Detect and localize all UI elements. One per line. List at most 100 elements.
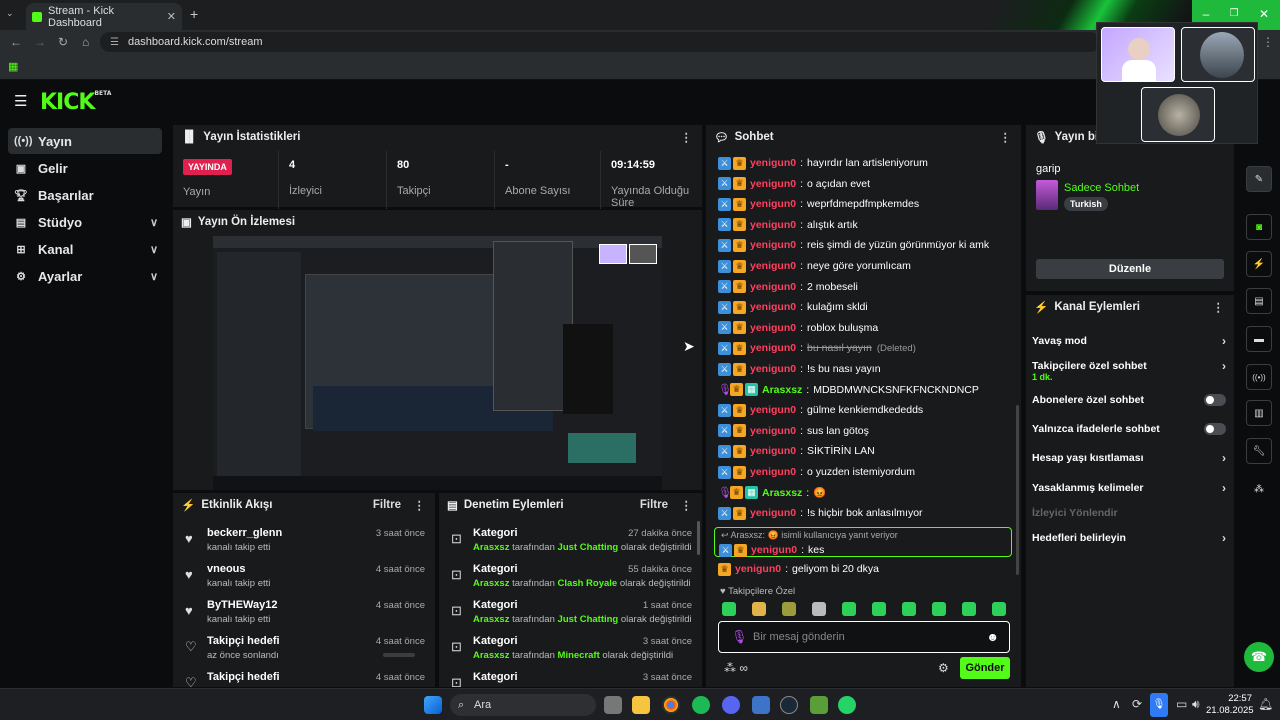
webcam-participant[interactable] (1101, 27, 1175, 82)
chat-username[interactable]: Arasxsz (762, 487, 802, 499)
browser-menu-icon[interactable]: ⋮ (1262, 35, 1274, 49)
category-thumbnail[interactable] (1036, 180, 1058, 210)
action-slow-mode[interactable]: Yavaş mod › (1032, 331, 1226, 351)
camera-icon[interactable]: ◙ (1246, 214, 1272, 240)
apps-grid-icon[interactable]: ▦ (8, 60, 18, 73)
chat-message[interactable]: ⚔ ♛ yenigun0: neye göre yorumlıcam (718, 258, 911, 274)
sidebar-item-kanal[interactable]: ⊞ Kanal ∨ (8, 236, 162, 262)
tray-sync-icon[interactable]: ⟳ (1132, 697, 1142, 711)
action-set-goals[interactable]: Hedefleri belirleyin › (1032, 528, 1226, 548)
filter-button[interactable]: Filtre (373, 499, 401, 511)
chat-message[interactable]: ⚔ ♛ yenigun0: hayırdır lan artisleniyorum (718, 155, 928, 171)
emote-button[interactable] (752, 602, 766, 616)
support-chat-button[interactable]: ☎ (1244, 642, 1274, 672)
whatsapp-icon[interactable] (838, 696, 856, 714)
forward-icon[interactable]: → (34, 35, 46, 49)
emotes-only-toggle[interactable] (1204, 423, 1226, 435)
url-field[interactable]: ☰ dashboard.kick.com/stream (100, 32, 1100, 52)
sidebar-item-studyo[interactable]: ▤ Stüdyo ∨ (8, 209, 162, 235)
chat-username[interactable]: yenigun0 (750, 219, 796, 231)
minecraft-icon[interactable] (810, 696, 828, 714)
emoji-picker-icon[interactable]: ☻ (986, 630, 999, 644)
stream-preview-video[interactable] (213, 236, 662, 490)
discord-icon[interactable] (722, 696, 740, 714)
webcam-participant[interactable] (1141, 87, 1215, 142)
chat-username[interactable]: yenigun0 (750, 466, 796, 478)
emote-button[interactable] (812, 602, 826, 616)
chrome-icon[interactable] (662, 696, 680, 714)
chat-username[interactable]: yenigun0 (750, 507, 796, 519)
chat-username[interactable]: yenigun0 (750, 445, 796, 457)
category-name[interactable]: Sadece Sohbet (1064, 182, 1139, 194)
chat-input[interactable]: 🎙︎ Bir mesaj gönderin ☻ (718, 621, 1010, 653)
chat-username[interactable]: yenigun0 (735, 563, 781, 575)
emote-button[interactable] (902, 602, 916, 616)
chat-message[interactable]: ⚔ ♛ yenigun0: o açıdan evet (718, 176, 870, 192)
chat-username[interactable]: yenigun0 (750, 178, 796, 190)
tray-network-icon[interactable]: ▭ (1176, 697, 1187, 711)
browser-tab[interactable]: Stream - Kick Dashboard ✕ (26, 3, 182, 30)
chat-message[interactable]: ⚔ ♛ yenigun0: !s hiçbir bok anlasılmıyor (718, 505, 923, 521)
webcam-participant[interactable] (1181, 27, 1255, 82)
action-account-age[interactable]: Hesap yaşı kısıtlaması › (1032, 448, 1226, 468)
tag-chip[interactable]: Turkish (1064, 197, 1108, 211)
broadcast-icon[interactable]: ((•)) (1246, 364, 1272, 390)
emote-button[interactable] (992, 602, 1006, 616)
emote-button[interactable] (872, 602, 886, 616)
chat-message[interactable]: ♛ yenigun0: geliyom bi 20 dkya (718, 561, 879, 577)
reload-icon[interactable]: ↻ (58, 35, 68, 49)
app-icon[interactable] (752, 696, 770, 714)
wrench-icon[interactable]: 🔧︎ (1246, 438, 1272, 464)
layout-icon[interactable]: ▥ (1246, 400, 1272, 426)
tray-volume-icon[interactable]: 🔊︎ (1192, 697, 1200, 712)
chat-scrollbar[interactable] (1016, 405, 1019, 575)
file-explorer-icon[interactable] (632, 696, 650, 714)
panel-menu-icon[interactable]: ⋮ (1000, 130, 1012, 144)
close-tab-icon[interactable]: ✕ (167, 10, 176, 23)
emote-button[interactable] (722, 602, 736, 616)
steam-icon[interactable] (780, 696, 798, 714)
chat-message[interactable]: ⚔ ♛ yenigun0:2 mobeseli (718, 279, 858, 295)
home-icon[interactable]: ⌂ (82, 35, 89, 49)
chat-username[interactable]: yenigun0 (750, 260, 796, 272)
sidebar-item-ayarlar[interactable]: ⚙ Ayarlar ∨ (8, 263, 162, 289)
action-subscribers-only[interactable]: Abonelere özel sohbet (1032, 390, 1226, 410)
chat-message[interactable]: ⚔ ♛ yenigun0: SİKTİRİN LAN (718, 443, 875, 459)
chat-message[interactable]: ⚔ ♛ yenigun0: alıştık artık (718, 217, 858, 233)
chat-username[interactable]: yenigun0 (750, 363, 796, 375)
chat-username[interactable]: yenigun0 (750, 198, 796, 210)
chat-message[interactable]: ⚔ ♛ yenigun0: bu nasıl yayın (Deleted) (718, 340, 916, 356)
chat-username[interactable]: yenigun0 (750, 342, 796, 354)
edit-button[interactable]: Düzenle (1036, 259, 1224, 279)
site-info-icon[interactable]: ☰ (110, 37, 119, 48)
tray-chevron-icon[interactable]: ∧ (1112, 697, 1121, 711)
notification-bell-icon[interactable]: 🔔︎ (1258, 697, 1273, 711)
lightning-icon[interactable]: ⚡ (1246, 251, 1272, 277)
action-banned-words[interactable]: Yasaklanmış kelimeler › (1032, 478, 1226, 498)
scrollbar[interactable] (697, 521, 700, 555)
filter-button[interactable]: Filtre (640, 499, 668, 511)
chat-username[interactable]: Arasxsz (762, 384, 802, 396)
tab-search-button[interactable]: ⌄ (6, 8, 14, 19)
chat-message[interactable]: ⚔ ♛ yenigun0: kulağım skldi (718, 299, 868, 315)
emote-button[interactable] (842, 602, 856, 616)
send-button[interactable]: Gönder (960, 657, 1010, 679)
chat-username[interactable]: yenigun0 (750, 425, 796, 437)
panel-menu-icon[interactable]: ⋮ (681, 498, 693, 512)
emote-button[interactable] (962, 602, 976, 616)
chat-message[interactable]: ⚔ ♛ yenigun0: sus lan götoş (718, 423, 869, 439)
chat-message[interactable]: 🎙︎ ♛ ▦ Arasxsz: 😡 (718, 485, 826, 501)
chat-username[interactable]: yenigun0 (750, 322, 796, 334)
emote-button[interactable] (782, 602, 796, 616)
chat-username[interactable]: yenigun0 (750, 301, 796, 313)
microphone-icon[interactable]: 🎙︎ (731, 629, 748, 645)
chat-message[interactable]: ⚔ ♛ yenigun0: gülme kenkiemdkededds (718, 402, 923, 418)
apps-icon[interactable]: ⁂ (1246, 476, 1272, 502)
chat-username[interactable]: yenigun0 (750, 281, 796, 293)
spotify-icon[interactable] (692, 696, 710, 714)
chat-username[interactable]: yenigun0 (750, 404, 796, 416)
kick-logo[interactable]: KICKBETA (40, 90, 111, 115)
chat-username[interactable]: yenigun0 (750, 157, 796, 169)
windows-start-icon[interactable] (424, 696, 442, 714)
chat-message[interactable]: ⚔ ♛ yenigun0: kes (719, 542, 824, 558)
